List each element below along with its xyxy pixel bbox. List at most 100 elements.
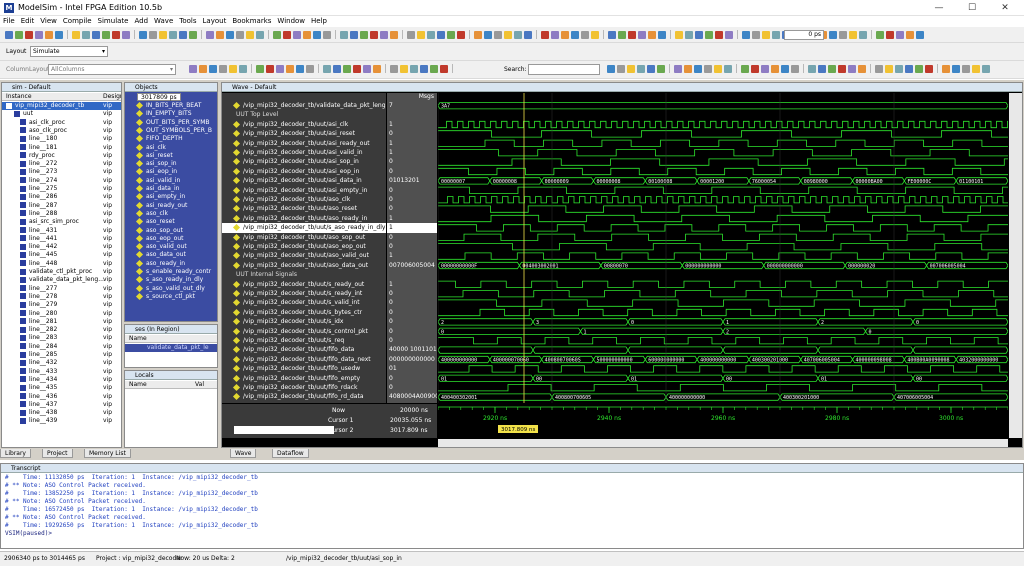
toolbar-tool-icon[interactable]: [761, 64, 769, 73]
toolbar-tool-icon[interactable]: [92, 30, 100, 39]
sim-instance-row[interactable]: line__278 vip: [2, 293, 121, 301]
toolbar-tool-icon[interactable]: [256, 64, 264, 73]
toolbar-tool-icon[interactable]: [350, 30, 358, 39]
menu-help[interactable]: Help: [308, 16, 330, 27]
toolbar-tool-icon[interactable]: [839, 30, 847, 39]
object-row[interactable]: asi_reset: [125, 151, 217, 160]
tab-memory-list[interactable]: Memory List: [84, 449, 131, 458]
toolbar-tool-icon[interactable]: [876, 30, 884, 39]
toolbar-tool-icon[interactable]: [617, 64, 625, 73]
toolbar-tool-icon[interactable]: [849, 30, 857, 39]
toolbar-tool-icon[interactable]: [514, 30, 522, 39]
toolbar-tool-icon[interactable]: [915, 64, 923, 73]
toolbar-tool-icon[interactable]: [122, 30, 130, 39]
menu-edit[interactable]: Edit: [18, 16, 38, 27]
toolbar-tool-icon[interactable]: [541, 30, 549, 39]
wave-signal-row[interactable]: /vip_mipi32_decoder_tb/uut/aso_eop_out: [222, 242, 386, 251]
wave-signal-row[interactable]: /vip_mipi32_decoder_tb/uut/asi_data_in: [222, 176, 386, 185]
menu-file[interactable]: File: [0, 16, 18, 27]
cursor1-label[interactable]: Cursor 1: [328, 417, 353, 424]
toolbar-tool-icon[interactable]: [296, 64, 304, 73]
toolbar-tool-icon[interactable]: [209, 64, 217, 73]
wave-signal-row[interactable]: /vip_mipi32_decoder_tb/uut/fifo_data_nex…: [222, 355, 386, 364]
toolbar-tool-icon[interactable]: [447, 30, 455, 39]
menu-window[interactable]: Window: [274, 16, 308, 27]
toolbar-tool-icon[interactable]: [695, 30, 703, 39]
toolbar-tool-icon[interactable]: [952, 64, 960, 73]
wave-signal-row[interactable]: UUT Internal Signals: [222, 270, 386, 279]
tab-library[interactable]: Library: [0, 449, 31, 458]
sim-instance-row[interactable]: line__277 vip: [2, 285, 121, 293]
sim-instance-row[interactable]: line__437 vip: [2, 401, 121, 409]
toolbar-tool-icon[interactable]: [591, 30, 599, 39]
toolbar-tool-icon[interactable]: [808, 64, 816, 73]
toolbar-tool-icon[interactable]: [685, 30, 693, 39]
wave-signal-row[interactable]: /vip_mipi32_decoder_tb/uut/asi_ready_out: [222, 139, 386, 148]
toolbar-tool-icon[interactable]: [474, 30, 482, 39]
wave-signal-row[interactable]: /vip_mipi32_decoder_tb/uut/fifo_rd_data: [222, 392, 386, 401]
sim-instance-row[interactable]: line__441 vip: [2, 235, 121, 243]
toolbar-tool-icon[interactable]: [704, 64, 712, 73]
toolbar-tool-icon[interactable]: [440, 64, 448, 73]
toolbar-tool-icon[interactable]: [313, 30, 321, 39]
menu-add[interactable]: Add: [131, 16, 151, 27]
sim-instance-row[interactable]: line__287 vip: [2, 202, 121, 210]
sim-instance-row[interactable]: line__272 vip: [2, 160, 121, 168]
wave-signal-row[interactable]: /vip_mipi32_decoder_tb/uut/s_idx: [222, 317, 386, 326]
wave-signal-row[interactable]: /vip_mipi32_decoder_tb/uut/fifo_data: [222, 345, 386, 354]
toolbar-tool-icon[interactable]: [524, 30, 532, 39]
sim-instance-row[interactable]: line__431 vip: [2, 227, 121, 235]
wave-signal-row[interactable]: /vip_mipi32_decoder_tb/uut/asi_clk: [222, 120, 386, 129]
object-row[interactable]: aso_ready_in: [125, 259, 217, 268]
toolbar-tool-icon[interactable]: [293, 30, 301, 39]
toolbar-tool-icon[interactable]: [45, 30, 53, 39]
toolbar-tool-icon[interactable]: [5, 30, 13, 39]
tab-dataflow[interactable]: Dataflow: [272, 449, 309, 458]
locals-value-column[interactable]: Val: [195, 381, 204, 389]
wave-signal-row[interactable]: /vip_mipi32_decoder_tb/uut/asi_reset: [222, 129, 386, 138]
toolbar-tool-icon[interactable]: [484, 30, 492, 39]
toolbar-tool-icon[interactable]: [581, 30, 589, 39]
wave-signal-row[interactable]: /vip_mipi32_decoder_tb/uut/asi_sop_in: [222, 157, 386, 166]
toolbar-tool-icon[interactable]: [363, 64, 371, 73]
toolbar-tool-icon[interactable]: [343, 64, 351, 73]
toolbar-tool-icon[interactable]: [571, 30, 579, 39]
object-row[interactable]: s_source_ctl_pkt: [125, 292, 217, 301]
minimize-button[interactable]: —: [930, 2, 948, 14]
wave-hscrollbar[interactable]: [438, 439, 1008, 447]
toolbar-tool-icon[interactable]: [762, 30, 770, 39]
toolbar-tool-icon[interactable]: [216, 30, 224, 39]
sim-instance-row[interactable]: line__445 vip: [2, 251, 121, 259]
toolbar-tool-icon[interactable]: [410, 64, 418, 73]
toolbar-tool-icon[interactable]: [25, 30, 33, 39]
toolbar-tool-icon[interactable]: [179, 30, 187, 39]
toolbar-tool-icon[interactable]: [266, 64, 274, 73]
wave-signal-row[interactable]: /vip_mipi32_decoder_tb/uut/s_control_pkt: [222, 327, 386, 336]
transcript-lines[interactable]: # Time: 11132050 ps Iteration: 1 Instanc…: [1, 473, 1023, 538]
design-column[interactable]: Design: [103, 93, 121, 101]
toolbar-tool-icon[interactable]: [627, 64, 635, 73]
toolbar-tool-icon[interactable]: [189, 64, 197, 73]
toolbar-tool-icon[interactable]: [169, 30, 177, 39]
toolbar-tool-icon[interactable]: [159, 30, 167, 39]
toolbar-tool-icon[interactable]: [838, 64, 846, 73]
toolbar-tool-icon[interactable]: [858, 64, 866, 73]
sim-instance-row[interactable]: line__280 vip: [2, 310, 121, 318]
toolbar-tool-icon[interactable]: [684, 64, 692, 73]
toolbar-tool-icon[interactable]: [715, 30, 723, 39]
wave-signal-row[interactable]: /vip_mipi32_decoder_tb/uut/fifo_usedw: [222, 364, 386, 373]
tab-wave[interactable]: Wave: [230, 449, 257, 458]
wave-signal-row[interactable]: /vip_mipi32_decoder_tb/uut/aso_sop_out: [222, 233, 386, 242]
toolbar-tool-icon[interactable]: [638, 30, 646, 39]
sim-instance-row[interactable]: line__432 vip: [2, 359, 121, 367]
toolbar-tool-icon[interactable]: [82, 30, 90, 39]
toolbar-tool-icon[interactable]: [273, 30, 281, 39]
toolbar-tool-icon[interactable]: [303, 30, 311, 39]
toolbar-tool-icon[interactable]: [239, 64, 247, 73]
toolbar-tool-icon[interactable]: [407, 30, 415, 39]
toolbar-tool-icon[interactable]: [818, 64, 826, 73]
object-row[interactable]: IN_BITS_PER_BEAT: [125, 102, 217, 110]
wave-signal-row[interactable]: /vip_mipi32_decoder_tb/uut/s_aso_ready_i…: [222, 223, 386, 233]
search-input[interactable]: [528, 64, 600, 75]
sim-instance-row[interactable]: line__274 vip: [2, 177, 121, 185]
